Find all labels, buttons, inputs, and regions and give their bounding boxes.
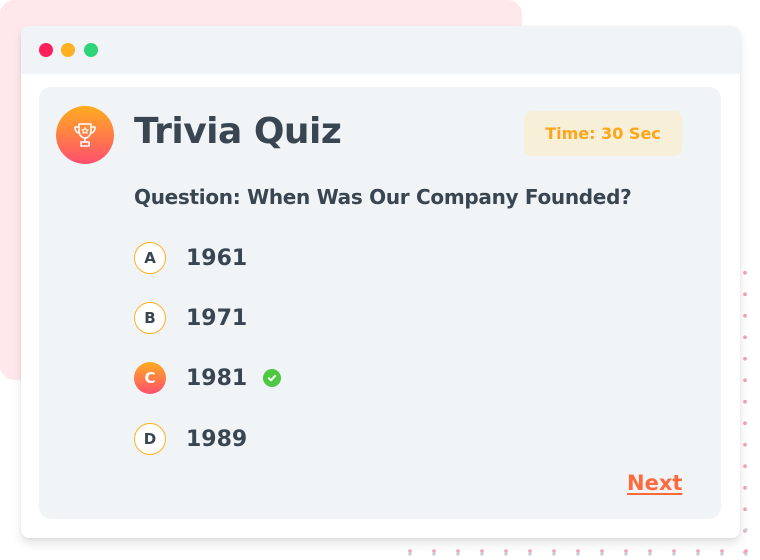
trophy-icon: [56, 106, 114, 164]
option-letter-selected: C: [134, 362, 166, 394]
option-letter: B: [134, 302, 166, 334]
option-a[interactable]: A 1961: [134, 242, 434, 274]
option-value: 1971: [186, 305, 248, 331]
window-minimize-button[interactable]: [61, 43, 75, 57]
option-value: 1981: [186, 365, 248, 391]
quiz-title: Trivia Quiz: [134, 111, 342, 152]
timer-badge: Time: 30 Sec: [524, 111, 682, 156]
browser-window: Trivia Quiz Time: 30 Sec Question: When …: [21, 26, 740, 538]
option-value: 1961: [186, 245, 248, 271]
window-maximize-button[interactable]: [84, 43, 98, 57]
option-value: 1989: [186, 426, 248, 452]
next-button[interactable]: Next: [627, 471, 682, 495]
stage: Trivia Quiz Time: 30 Sec Question: When …: [0, 0, 760, 560]
option-letter: A: [134, 242, 166, 274]
option-letter: D: [134, 423, 166, 455]
option-b[interactable]: B 1971: [134, 302, 434, 334]
question-text: Question: When Was Our Company Founded?: [134, 185, 632, 209]
option-d[interactable]: D 1989: [134, 423, 434, 455]
quiz-card: Trivia Quiz Time: 30 Sec Question: When …: [39, 87, 721, 519]
window-titlebar: [21, 26, 740, 74]
option-c[interactable]: C 1981: [134, 362, 434, 394]
check-circle-icon: [263, 369, 282, 387]
window-close-button[interactable]: [39, 43, 53, 57]
decorative-dots-right: [738, 262, 752, 560]
decorative-dots-bottom-pink: [398, 542, 748, 560]
